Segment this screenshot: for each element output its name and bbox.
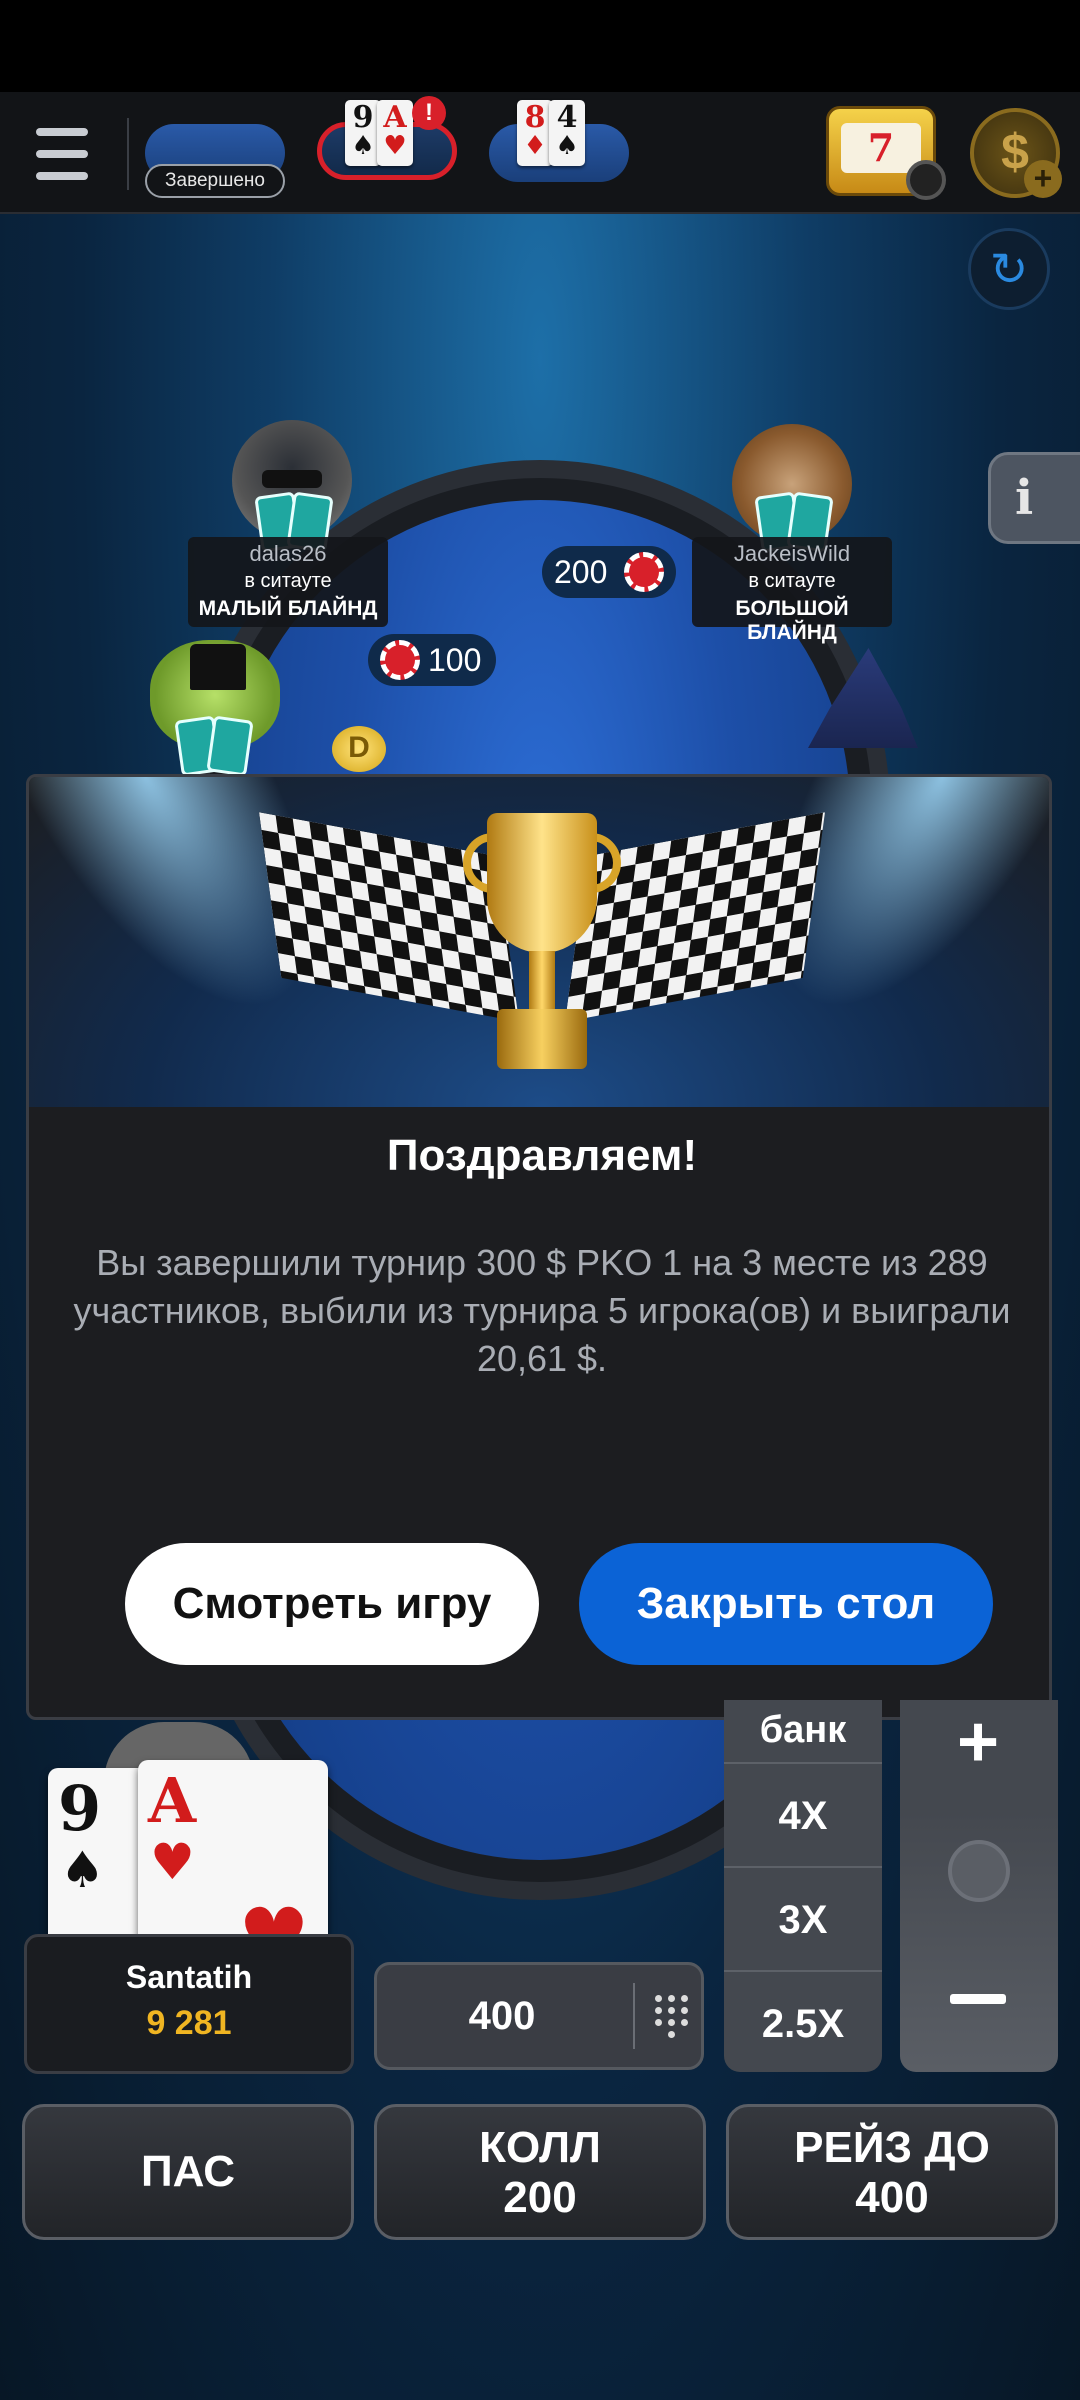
menu-icon[interactable] [36, 128, 88, 180]
dealer-button: D [332, 726, 386, 772]
player-nameplate[interactable]: dalas26 в ситауте МАЛЫЙ БЛАЙНД [188, 537, 388, 627]
bet-slider[interactable]: + [900, 1700, 1058, 2072]
bet-4x-button[interactable]: 4X [724, 1762, 882, 1866]
dialog-message: Вы завершили турнир 300 $ PKO 1 на 3 мес… [73, 1242, 1011, 1379]
alert-badge: ! [412, 96, 446, 130]
close-table-button[interactable]: Закрыть стол [579, 1543, 993, 1665]
hero-info: Santatih 9 281 [24, 1934, 354, 2074]
topbar-divider [127, 118, 129, 190]
player-nameplate[interactable]: JackeisWild в ситауте БОЛЬШОЙ БЛАЙНД [692, 537, 892, 644]
tab-card: 9 ♠ [345, 100, 381, 166]
status-bar [0, 0, 1080, 92]
hand-history-icon[interactable]: ↻ [968, 228, 1050, 310]
chip-icon [380, 640, 420, 680]
add-funds-icon[interactable]: + [1024, 160, 1062, 198]
bet-3x-button[interactable]: 3X [724, 1866, 882, 1970]
bet-2-5x-button[interactable]: 2.5X [724, 1970, 882, 2074]
bet-amount-input[interactable]: 400 [374, 1962, 704, 2070]
dialog-title: Поздравляем! [386, 1131, 698, 1180]
increase-bet-icon[interactable]: + [948, 1706, 1008, 1780]
info-icon[interactable]: i [988, 452, 1080, 544]
call-button[interactable]: КОЛЛ 200 [374, 2104, 706, 2240]
tab-card: A ♥ [377, 100, 413, 166]
slider-handle[interactable] [948, 1840, 1010, 1902]
watch-game-button[interactable]: Смотреть игру [125, 1543, 539, 1665]
keypad-icon[interactable] [655, 1995, 691, 2038]
tab-card: 4 ♠ [549, 100, 585, 166]
finished-badge: Завершено [145, 164, 285, 198]
decrease-bet-icon[interactable] [950, 1994, 1006, 2004]
trophy-banner [29, 777, 1049, 1107]
poker-app: Завершено 9 ♠ A ♥ ! 8 ♦ 4 ♠ 7 $ + ↻ i dalas2… [0, 0, 1080, 2400]
fold-button[interactable]: ПАС [22, 2104, 354, 2240]
quick-bet-panel: банк 4X 3X 2.5X [724, 1700, 882, 2072]
raise-button[interactable]: РЕЙЗ ДО 400 [726, 2104, 1058, 2240]
hero-card: A♥ ♥ [138, 1760, 328, 1984]
hole-card [206, 715, 254, 777]
pot-bet-button[interactable]: банк [724, 1700, 882, 1762]
chip-icon [624, 552, 664, 592]
tab-card: 8 ♦ [517, 100, 553, 166]
congrats-dialog: Поздравляем! Вы завершили турнир 300 $ P… [26, 774, 1052, 1720]
trophy-icon [463, 813, 621, 1083]
slot-status-dot [906, 160, 946, 200]
top-hat-icon [190, 644, 246, 690]
